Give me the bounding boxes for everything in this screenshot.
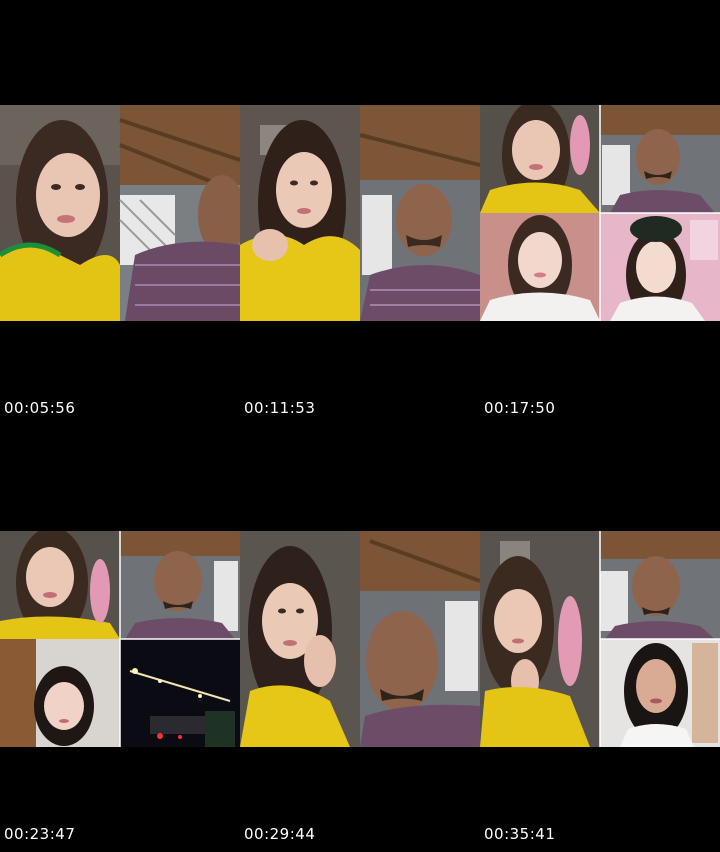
frame-3-image [480,105,720,321]
timestamp-3: 00:17:50 [484,399,556,417]
video-frame-1 [0,105,240,321]
timestamp-4: 00:23:47 [4,825,76,843]
frame-2-image [240,105,480,321]
video-frame-5 [240,531,480,747]
timestamp-2: 00:11:53 [244,399,316,417]
video-frame-6 [480,531,720,747]
timestamp-5: 00:29:44 [244,825,316,843]
frame-1-image [0,105,240,321]
video-frame-3 [480,105,720,321]
frame-6-image [480,531,720,747]
timestamp-6: 00:35:41 [484,825,556,843]
frame-5-image [240,531,480,747]
timestamp-1: 00:05:56 [4,399,76,417]
video-frame-2 [240,105,480,321]
video-frame-4 [0,531,240,747]
frame-4-image [0,531,240,747]
